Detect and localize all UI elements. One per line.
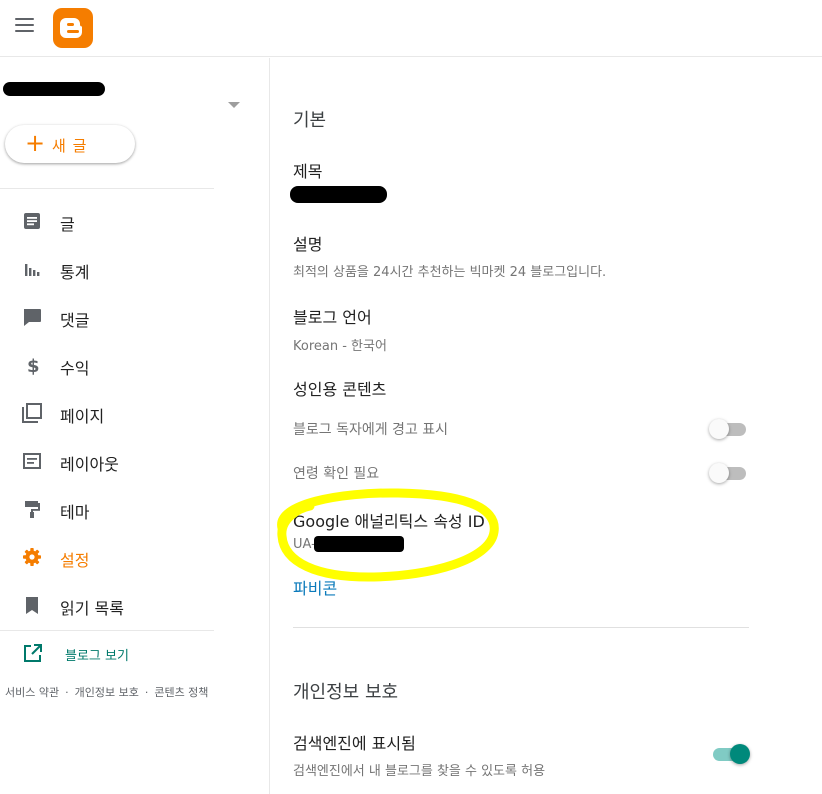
toggle-thumb xyxy=(709,463,729,483)
sidebar-item-settings[interactable]: 설정 xyxy=(0,535,214,579)
settings-gear-icon xyxy=(22,547,42,567)
chevron-down-icon[interactable] xyxy=(228,102,240,108)
blogger-logo-icon[interactable] xyxy=(53,8,93,48)
description-value: 최적의 상품을 24시간 추천하는 빅마켓 24 블로그입니다. xyxy=(293,265,607,280)
sidebar-item-theme[interactable]: 테마 xyxy=(0,487,214,531)
theme-paint-roller-icon xyxy=(22,499,42,519)
privacy-section-title: 개인정보 보호 xyxy=(293,682,399,703)
toggle-thumb xyxy=(709,419,729,439)
description-setting[interactable]: 설명 xyxy=(293,231,322,255)
sidebar-item-comments[interactable]: 댓글 xyxy=(0,295,214,339)
sidebar: + 새 글 글 통계 댓글 $ 수익 페이지 레이아웃 테마 설정 읽기 목록 … xyxy=(0,58,270,794)
stats-icon xyxy=(22,259,42,279)
sidebar-item-label: 테마 xyxy=(60,503,90,522)
top-bar xyxy=(0,0,822,57)
sidebar-item-label: 페이지 xyxy=(60,407,105,426)
sidebar-item-reading-list[interactable]: 읽기 목록 xyxy=(0,583,214,627)
blog-selector[interactable] xyxy=(0,75,250,108)
comments-icon xyxy=(22,307,42,327)
plus-icon: + xyxy=(25,129,46,157)
new-post-button[interactable]: + 새 글 xyxy=(5,125,135,163)
favicon-setting[interactable]: 파비콘 xyxy=(293,575,337,599)
sidebar-divider xyxy=(0,630,214,631)
sidebar-item-stats[interactable]: 통계 xyxy=(0,247,214,291)
bookmark-icon xyxy=(22,595,42,615)
sidebar-item-pages[interactable]: 페이지 xyxy=(0,391,214,435)
view-blog-link[interactable]: 블로그 보기 xyxy=(0,635,214,671)
sidebar-footer-links: 서비스 약관 · 개인정보 보호 · 콘텐츠 정책 xyxy=(5,684,208,700)
age-check-label: 연령 확인 필요 xyxy=(293,466,380,482)
redacted-blog-name xyxy=(3,82,105,96)
section-divider xyxy=(293,627,749,628)
sidebar-item-posts[interactable]: 글 xyxy=(0,199,214,243)
adult-warning-toggle[interactable] xyxy=(709,419,749,439)
open-in-new-icon xyxy=(23,644,42,663)
footer-separator: · xyxy=(144,686,149,699)
posts-icon xyxy=(22,211,42,231)
redacted-analytics-id xyxy=(314,536,404,552)
sidebar-item-label: 설정 xyxy=(60,551,90,570)
blog-language-value: Korean - 한국어 xyxy=(293,339,387,354)
sidebar-item-label: 글 xyxy=(60,215,75,234)
adult-warning-label: 블로그 독자에게 경고 표시 xyxy=(293,422,449,438)
analytics-id-value: UA- xyxy=(293,537,316,552)
adult-content-heading: 성인용 콘텐츠 xyxy=(293,380,387,399)
sidebar-item-label: 수익 xyxy=(60,359,90,378)
analytics-id-setting[interactable]: Google 애널리틱스 속성 ID xyxy=(293,508,485,532)
sidebar-item-label: 레이아웃 xyxy=(60,455,119,474)
search-visible-toggle[interactable] xyxy=(710,744,750,764)
redacted-blog-title xyxy=(290,186,387,203)
svg-text:$: $ xyxy=(27,356,40,375)
sidebar-item-earnings[interactable]: $ 수익 xyxy=(0,343,214,387)
sidebar-divider xyxy=(0,188,214,189)
dollar-icon: $ xyxy=(22,355,42,377)
settings-panel: 기본 제목 설명 최적의 상품을 24시간 추천하는 빅마켓 24 블로그입니다… xyxy=(271,58,822,794)
layout-icon xyxy=(22,451,42,471)
pages-icon xyxy=(22,403,42,423)
sidebar-item-label: 댓글 xyxy=(60,311,90,330)
basic-section-title: 기본 xyxy=(293,110,327,131)
new-post-label: 새 글 xyxy=(52,137,88,155)
blog-language-setting[interactable]: 블로그 언어 xyxy=(293,304,372,328)
hamburger-menu-icon[interactable] xyxy=(14,15,36,35)
sidebar-item-label: 통계 xyxy=(60,263,90,282)
footer-separator: · xyxy=(65,686,69,699)
terms-link[interactable]: 서비스 약관 xyxy=(5,686,59,699)
sidebar-item-layout[interactable]: 레이아웃 xyxy=(0,439,214,483)
search-visible-label: 검색엔진에 표시됨 xyxy=(293,734,416,753)
toggle-thumb xyxy=(730,744,750,764)
search-visible-desc: 검색엔진에서 내 블로그를 찾을 수 있도록 허용 xyxy=(293,764,546,779)
age-check-toggle[interactable] xyxy=(709,463,749,483)
content-policy-link[interactable]: 콘텐츠 정책 xyxy=(154,686,208,699)
view-blog-label: 블로그 보기 xyxy=(65,649,129,664)
blog-title-setting[interactable]: 제목 xyxy=(293,158,322,182)
privacy-link[interactable]: 개인정보 보호 xyxy=(75,686,139,699)
sidebar-item-label: 읽기 목록 xyxy=(60,599,124,618)
